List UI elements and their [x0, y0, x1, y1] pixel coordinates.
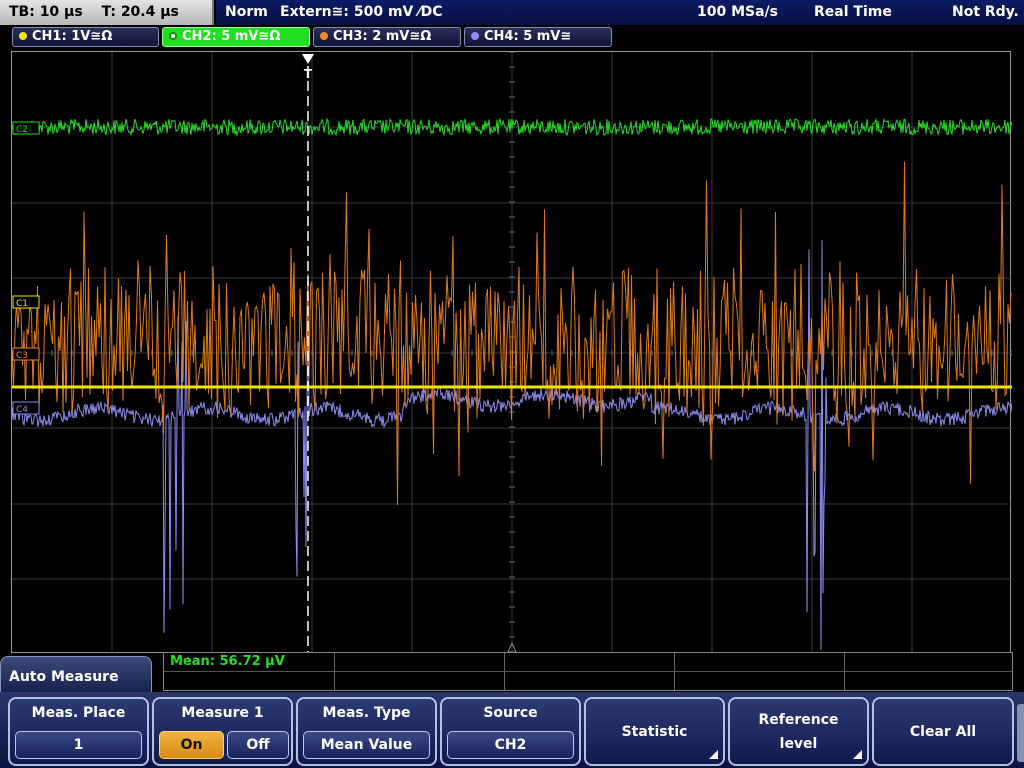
reference-level-softkey[interactable]: Reference level: [728, 697, 869, 766]
menu-title-tab: Auto Measure: [0, 656, 152, 694]
menu-title: Auto Measure: [9, 669, 119, 685]
trigger-marker-label: T: [304, 67, 313, 81]
channel-4-tab[interactable]: CH4: 5 mV≅: [464, 27, 612, 47]
channel-3-dot: [320, 32, 328, 40]
submenu-corner-icon: [709, 750, 718, 759]
result-row-divider: [164, 671, 1012, 672]
statistic-label: Statistic: [621, 723, 688, 740]
meas-place-softkey[interactable]: Meas. Place 1: [8, 697, 149, 766]
channel-4-marker[interactable]: C4: [12, 401, 40, 415]
status-bar: TB: 10 µs T: 20.4 µs Norm Extern≅: 500 m…: [0, 0, 1024, 25]
channel-1-marker[interactable]: C1: [12, 295, 40, 309]
statistic-softkey[interactable]: Statistic: [584, 697, 725, 766]
trigger-source[interactable]: Extern≅: 500 mV ⁄DC: [280, 0, 442, 25]
meas-type-softkey[interactable]: Meas. Type Mean Value: [296, 697, 437, 766]
channel-1-label: CH1: 1V≅Ω: [32, 29, 113, 44]
sample-rate: 100 MSa/s: [697, 4, 779, 20]
meas-type-title: Meas. Type: [322, 705, 411, 721]
channel-4-label: CH4: 5 mV≅: [484, 29, 572, 44]
channel-2-dot: [169, 32, 177, 40]
channel-2-label: CH2: 5 mV≅Ω: [182, 29, 281, 44]
measure1-on-toggle[interactable]: On: [159, 731, 224, 759]
source-value[interactable]: CH2: [447, 731, 574, 759]
clear-all-softkey[interactable]: Clear All: [872, 697, 1014, 766]
channel-3-tab[interactable]: CH3: 2 mV≅Ω: [313, 27, 461, 47]
clear-all-label: Clear All: [909, 723, 977, 740]
acquisition-mode: Real Time: [814, 4, 892, 20]
reference-level-label: Reference level: [758, 711, 839, 752]
measure1-softkey[interactable]: Measure 1 On Off: [152, 697, 293, 766]
channel-1-tab[interactable]: CH1: 1V≅Ω: [12, 27, 159, 47]
measurement-results: Mean: 56.72 µV: [163, 652, 1013, 691]
channel-4-dot: [471, 32, 479, 40]
channel-1-marker-label: C1: [16, 299, 28, 309]
menu-scroll-tab[interactable]: [1017, 704, 1024, 762]
submenu-corner-icon: [853, 750, 862, 759]
channel-bar: CH1: 1V≅Ω CH2: 5 mV≅Ω CH3: 2 mV≅Ω CH4: 5…: [0, 26, 1024, 48]
timebase-box[interactable]: TB: 10 µs T: 20.4 µs: [0, 0, 214, 25]
channel-1-dot: [19, 32, 27, 40]
mean-result: Mean: 56.72 µV: [170, 654, 285, 669]
measure1-title: Measure 1: [181, 705, 264, 721]
source-softkey[interactable]: Source CH2: [440, 697, 581, 766]
source-title: Source: [483, 705, 538, 721]
timebase-value: TB: 10 µs: [9, 4, 83, 20]
meas-type-value[interactable]: Mean Value: [303, 731, 430, 759]
channel-3-marker-label: C3: [16, 351, 28, 361]
measure1-off-toggle[interactable]: Off: [227, 731, 289, 759]
channel-2-tab[interactable]: CH2: 5 mV≅Ω: [162, 27, 310, 47]
waveform-display[interactable]: T C2 C1 C3 C4: [11, 51, 1012, 654]
channel-2-marker[interactable]: C2: [12, 121, 40, 135]
meas-place-value[interactable]: 1: [15, 731, 142, 759]
channel-2-marker-label: C2: [16, 125, 28, 135]
trigger-time-value: T: 20.4 µs: [101, 4, 179, 20]
trigger-state: Not Rdy.: [952, 4, 1019, 20]
waveform-grid: T C2 C1 C3 C4: [12, 52, 1012, 654]
channel-4-marker-label: C4: [16, 405, 28, 415]
channel-3-marker[interactable]: C3: [12, 347, 40, 361]
trigger-mode[interactable]: Norm: [225, 0, 268, 25]
channel-3-label: CH3: 2 mV≅Ω: [333, 29, 432, 44]
meas-place-title: Meas. Place: [31, 705, 126, 721]
